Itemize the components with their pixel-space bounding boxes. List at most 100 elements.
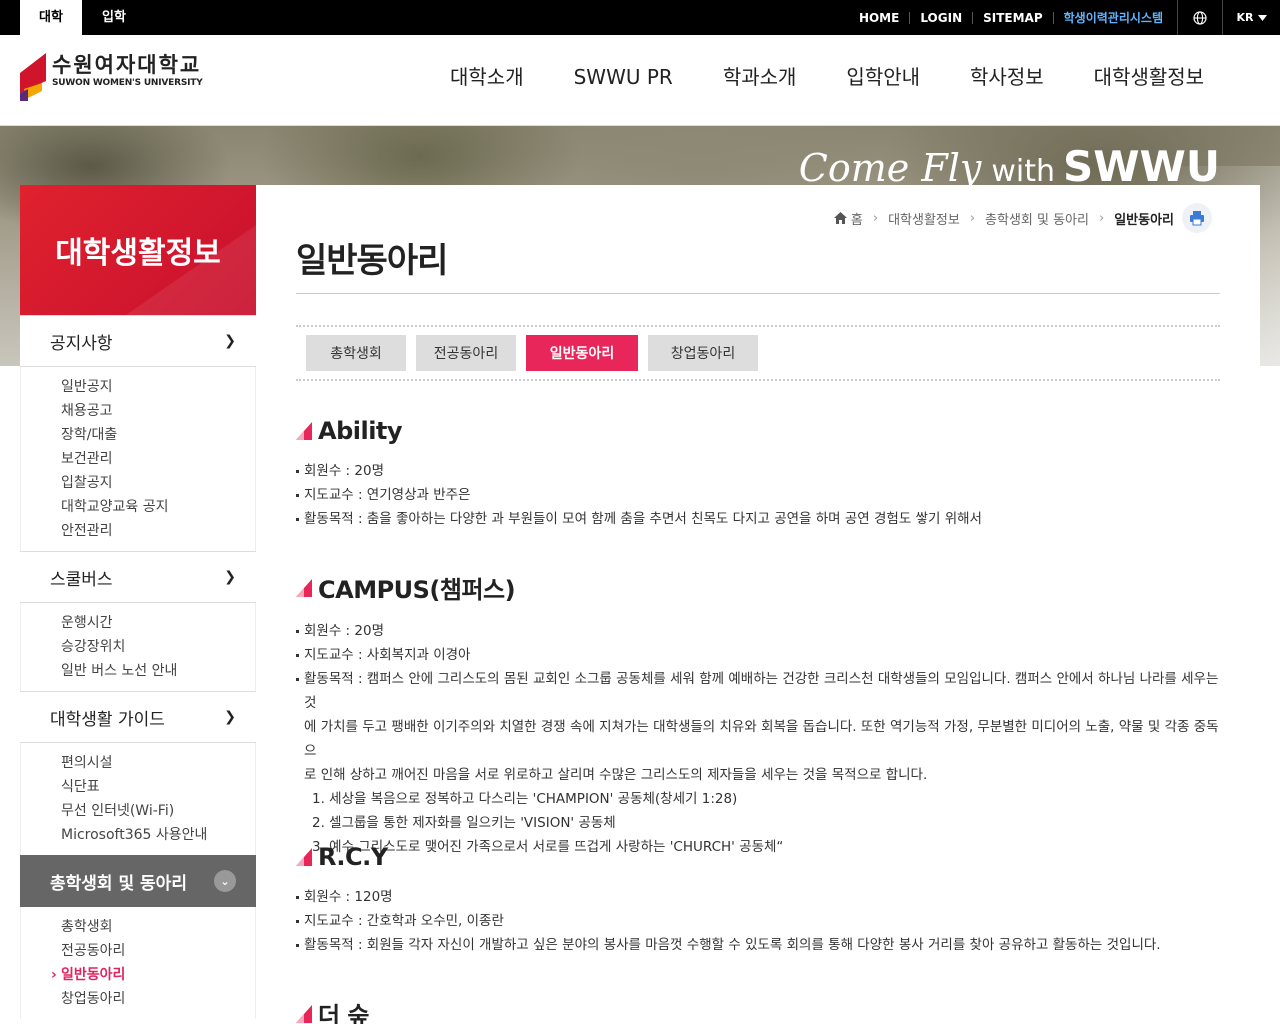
hero-slogan: Come Fly with SWWU: [799, 142, 1220, 191]
group-label: 총학생회 및 동아리: [50, 873, 187, 894]
breadcrumb-item[interactable]: 대학생활정보: [888, 209, 960, 228]
tab-startup-clubs[interactable]: 창업동아리: [648, 335, 758, 371]
title-decoration: [126, 225, 256, 315]
club-heading: CAMPUS(챔퍼스): [296, 570, 1220, 605]
logo-english-name: SUWON WOMEN'S UNIVERSITY: [52, 78, 203, 88]
side-nav-submenu: 일반공지 채용공고 장학/대출 보건관리 입찰공지 대학교양교육 공지 안전관리: [20, 367, 256, 551]
global-navigation: 대학소개 SWWU PR 학과소개 입학안내 학사정보 대학생활정보: [425, 35, 1229, 126]
side-nav-subitem[interactable]: 식단표: [61, 775, 255, 799]
group-label: 대학생활 가이드: [50, 709, 165, 730]
side-nav-title: 대학생활정보: [20, 185, 256, 315]
language-select[interactable]: KR: [1222, 0, 1280, 35]
side-navigation: 대학생활정보 공지사항 ❯ 일반공지 채용공고 장학/대출 보건관리 입찰공지 …: [20, 185, 256, 1019]
side-nav-subitem[interactable]: 전공동아리: [61, 939, 255, 963]
sitemap-link[interactable]: SITEMAP: [973, 11, 1054, 24]
club-name: 더 숲: [318, 1002, 370, 1024]
top-utility-bar: 대학 입학 HOME LOGIN SITEMAP 학생이력관리시스템 KR: [0, 0, 1280, 35]
breadcrumb: 홈 › 대학생활정보 › 총학생회 및 동아리 › 일반동아리: [833, 203, 1216, 233]
side-nav-group-schoolbus[interactable]: 스쿨버스 ❯: [20, 551, 256, 603]
utility-links: HOME LOGIN SITEMAP 학생이력관리시스템 KR: [849, 0, 1280, 35]
login-link[interactable]: LOGIN: [910, 11, 974, 24]
main-header: 수원여자대학교 SUWON WOMEN'S UNIVERSITY 대학소개 SW…: [0, 35, 1280, 126]
title-divider: [296, 293, 1220, 294]
gnb-item-campus-life[interactable]: 대학생활정보: [1069, 35, 1229, 126]
side-nav-subitem[interactable]: 장학/대출: [61, 423, 255, 447]
club-heading: Ability: [296, 417, 1220, 445]
chevron-right-icon: ❯: [224, 709, 236, 725]
club-heading: 더 숲: [296, 996, 1220, 1024]
gnb-item-pr[interactable]: SWWU PR: [549, 35, 698, 126]
club-name: CAMPUS(챔퍼스): [318, 576, 516, 604]
side-nav-subitem[interactable]: 일반공지: [61, 375, 255, 399]
caret-down-icon: [1257, 14, 1267, 21]
home-link[interactable]: HOME: [849, 11, 911, 24]
content-tabs: 총학생회 전공동아리 일반동아리 창업동아리: [306, 335, 758, 371]
club-info-row: 회원수 : 20명: [296, 459, 1220, 483]
side-nav-subitem[interactable]: 총학생회: [61, 915, 255, 939]
club-purpose-continued: 로 인해 상하고 깨어진 마음을 서로 위로하고 살리며 수많은 그리스도의 제…: [304, 767, 928, 783]
side-nav-group-clubs[interactable]: 총학생회 및 동아리 ⌄: [20, 855, 256, 907]
side-nav-subitem[interactable]: 창업동아리: [61, 987, 255, 1011]
group-label: 스쿨버스: [50, 569, 113, 590]
university-logo[interactable]: 수원여자대학교 SUWON WOMEN'S UNIVERSITY: [20, 53, 203, 101]
club-goal-item: 1. 세상을 복음으로 정복하고 다스리는 'CHAMPION' 공동체(창세기…: [312, 791, 738, 807]
tab-major-clubs[interactable]: 전공동아리: [416, 335, 516, 371]
club-info-row: 지도교수 : 사회복지과 이경아: [296, 643, 1220, 667]
club-info-list: 회원수 : 20명 지도교수 : 연기영상과 반주은 활동목적 : 춤을 좋아하…: [296, 459, 1220, 531]
chevron-right-icon: ›: [872, 210, 879, 226]
tab-student-council[interactable]: 총학생회: [306, 335, 406, 371]
print-button[interactable]: [1182, 203, 1212, 233]
club-info-row: 활동목적 : 춤을 좋아하는 다양한 과 부원들이 모여 함께 춤을 추면서 친…: [296, 507, 1220, 531]
club-info-row: 회원수 : 20명: [296, 619, 1220, 643]
side-nav-subitem[interactable]: 대학교양교육 공지: [61, 495, 255, 519]
side-nav-subitem[interactable]: 일반 버스 노선 안내: [61, 659, 255, 683]
home-icon[interactable]: [833, 212, 847, 224]
gnb-item-about[interactable]: 대학소개: [425, 35, 549, 126]
chevron-right-icon: ›: [1098, 210, 1105, 226]
side-nav-subitem[interactable]: 채용공고: [61, 399, 255, 423]
side-nav-subitem[interactable]: 편의시설: [61, 751, 255, 775]
slogan-script: Come Fly: [798, 146, 982, 190]
side-nav-subitem[interactable]: 입찰공지: [61, 471, 255, 495]
globe-icon[interactable]: [1177, 0, 1222, 35]
side-nav-subitem[interactable]: 승강장위치: [61, 635, 255, 659]
breadcrumb-home[interactable]: 홈: [851, 209, 863, 228]
heading-marker-icon: [296, 422, 312, 440]
breadcrumb-item[interactable]: 총학생회 및 동아리: [985, 209, 1089, 228]
heading-marker-icon: [296, 578, 312, 597]
side-nav-group-notice[interactable]: 공지사항 ❯: [20, 315, 256, 367]
breadcrumb-current: 일반동아리: [1114, 212, 1174, 228]
side-nav-subitem[interactable]: 보건관리: [61, 447, 255, 471]
club-info-list: 회원수 : 20명 지도교수 : 사회복지과 이경아 활동목적 : 캠퍼스 안에…: [296, 619, 1220, 787]
club-section: Ability 회원수 : 20명 지도교수 : 연기영상과 반주은 활동목적 …: [296, 417, 1220, 531]
club-purpose-continued: 에 가치를 두고 팽배한 이기주의와 치열한 경쟁 속에 지쳐가는 대학생들의 …: [304, 719, 1219, 759]
tab-admission[interactable]: 입학: [82, 0, 146, 35]
chevron-right-icon: ›: [969, 210, 976, 226]
chevron-right-icon: ❯: [224, 333, 236, 349]
student-record-system-link[interactable]: 학생이력관리시스템: [1054, 12, 1173, 24]
club-section: R.C.Y 회원수 : 120명 지도교수 : 간호학과 오수민, 이종란 활동…: [296, 843, 1220, 957]
side-nav-group-guide[interactable]: 대학생활 가이드 ❯: [20, 691, 256, 743]
logo-korean-name: 수원여자대학교: [52, 53, 202, 77]
content-tabs-box: 총학생회 전공동아리 일반동아리 창업동아리: [296, 325, 1220, 381]
gnb-item-departments[interactable]: 학과소개: [698, 35, 822, 126]
club-name: R.C.Y: [318, 843, 388, 871]
site-tabs: 대학 입학: [20, 0, 146, 35]
side-nav-subitem[interactable]: 안전관리: [61, 519, 255, 543]
group-label: 공지사항: [50, 333, 113, 354]
main-content: 홈 › 대학생활정보 › 총학생회 및 동아리 › 일반동아리 일반동아리 총학…: [256, 185, 1260, 1024]
language-label: KR: [1236, 11, 1254, 24]
side-nav-subitem-current[interactable]: 일반동아리: [51, 963, 255, 987]
heading-marker-icon: [296, 848, 312, 866]
logo-mark-icon: [20, 53, 46, 101]
side-nav-subitem[interactable]: 무선 인터넷(Wi-Fi): [61, 799, 255, 823]
club-info-row: 활동목적 : 회원들 각자 자신이 개발하고 싶은 분야의 봉사를 마음껏 수행…: [296, 933, 1220, 957]
tab-university[interactable]: 대학: [20, 0, 82, 35]
gnb-item-admission[interactable]: 입학안내: [821, 35, 945, 126]
side-nav-subitem[interactable]: 운행시간: [61, 611, 255, 635]
chevron-down-icon: ⌄: [214, 870, 236, 892]
club-info-row: 지도교수 : 간호학과 오수민, 이종란: [296, 909, 1220, 933]
gnb-item-academics[interactable]: 학사정보: [945, 35, 1069, 126]
side-nav-subitem[interactable]: Microsoft365 사용안내: [61, 823, 255, 847]
tab-general-clubs[interactable]: 일반동아리: [526, 335, 638, 371]
